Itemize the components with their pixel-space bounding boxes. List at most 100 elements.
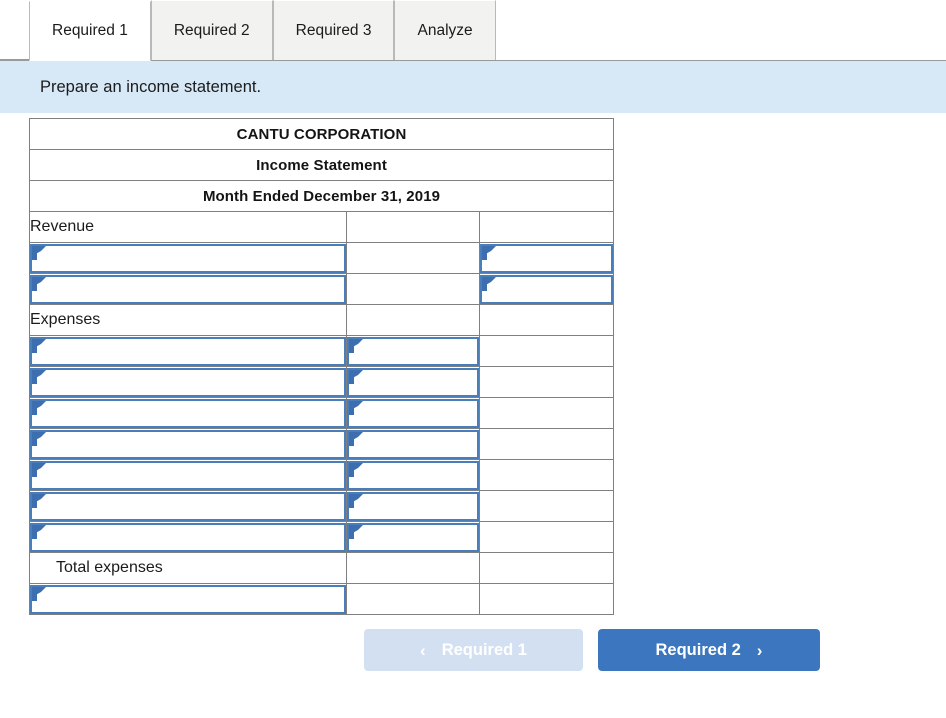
expense-row-6-amount-input[interactable] <box>347 491 479 521</box>
tab-required-3-label: Required 3 <box>295 21 372 39</box>
expense-row-4-amount-cell[interactable] <box>346 428 480 460</box>
total-expenses-label: Total expenses <box>29 552 347 584</box>
table-header-row-period: Month Ended December 31, 2019 <box>28 180 615 212</box>
tab-required-2-label: Required 2 <box>173 21 250 39</box>
tab-bar-lead-spacer <box>0 0 29 60</box>
expense-row-2-right-cell <box>478 366 615 398</box>
expense-row-1-description-input[interactable] <box>30 336 346 366</box>
revenue-row-1-mid-cell <box>346 242 480 274</box>
expense-row-2-description-input[interactable] <box>30 367 346 397</box>
expense-row-4-amount-input[interactable] <box>347 429 479 459</box>
expense-row-2-amount-input[interactable] <box>347 367 479 397</box>
revenue-row-1-amount-input[interactable] <box>480 243 614 273</box>
table-row <box>29 428 615 460</box>
table-row <box>29 366 615 398</box>
table-row <box>29 521 615 553</box>
table-row <box>29 490 615 522</box>
revenue-section-label: Revenue <box>29 211 347 243</box>
statement-company-name: CANTU CORPORATION <box>28 118 615 150</box>
expense-row-7-right-cell <box>478 521 615 553</box>
table-row <box>29 242 615 274</box>
tab-analyze[interactable]: Analyze <box>394 0 496 60</box>
next-button-label: Required 2 <box>655 640 741 659</box>
table-row-expenses-section: Expenses <box>29 304 615 336</box>
total-expenses-right-cell <box>478 552 615 584</box>
table-row <box>29 583 615 615</box>
table-header-row-title: Income Statement <box>28 149 615 181</box>
table-row-revenue-section: Revenue <box>29 211 615 243</box>
expense-row-3-description-input[interactable] <box>30 398 346 428</box>
table-row <box>29 397 615 429</box>
expense-row-3-description-cell[interactable] <box>29 397 347 429</box>
expense-row-6-description-input[interactable] <box>30 491 346 521</box>
net-income-right-cell <box>478 583 615 615</box>
table-row <box>29 335 615 367</box>
chevron-right-icon: › <box>756 640 763 660</box>
table-row-total-expenses: Total expenses <box>29 552 615 584</box>
tab-bar: Required 1 Required 2 Required 3 Analyze <box>0 0 946 61</box>
expense-row-5-amount-input[interactable] <box>347 460 479 490</box>
expense-row-4-description-cell[interactable] <box>29 428 347 460</box>
next-required-2-button[interactable]: Required 2 › <box>598 629 820 671</box>
revenue-row-2-amount-cell[interactable] <box>478 273 615 305</box>
statement-period: Month Ended December 31, 2019 <box>28 180 615 212</box>
expense-row-1-right-cell <box>478 335 615 367</box>
expense-row-5-description-input[interactable] <box>30 460 346 490</box>
statement-title: Income Statement <box>28 149 615 181</box>
worksheet-page: Required 1 Required 2 Required 3 Analyze… <box>0 0 946 718</box>
revenue-section-right-cell <box>478 211 615 243</box>
tab-analyze-label: Analyze <box>417 21 473 39</box>
expense-row-3-amount-cell[interactable] <box>346 397 480 429</box>
tab-required-3[interactable]: Required 3 <box>272 0 395 60</box>
revenue-row-1-amount-cell[interactable] <box>478 242 615 274</box>
expense-row-4-right-cell <box>478 428 615 460</box>
income-statement-table: CANTU CORPORATION Income Statement Month… <box>28 118 615 615</box>
expense-row-5-right-cell <box>478 459 615 491</box>
revenue-row-2-amount-input[interactable] <box>480 274 614 304</box>
table-header-row-company: CANTU CORPORATION <box>28 118 615 150</box>
revenue-row-1-description-input[interactable] <box>30 243 346 273</box>
income-statement-table-wrapper: CANTU CORPORATION Income Statement Month… <box>28 118 615 615</box>
expense-row-7-amount-cell[interactable] <box>346 521 480 553</box>
expense-row-5-amount-cell[interactable] <box>346 459 480 491</box>
expense-row-3-right-cell <box>478 397 615 429</box>
expense-row-1-amount-cell[interactable] <box>346 335 480 367</box>
expenses-section-right-cell <box>478 304 615 336</box>
net-income-description-cell[interactable] <box>29 583 347 615</box>
tab-required-1-label: Required 1 <box>52 22 128 39</box>
navigation-bar: ‹ Required 1 Required 2 › <box>0 629 820 671</box>
expenses-section-mid-cell <box>346 304 480 336</box>
prev-button-label: Required 1 <box>441 640 527 659</box>
revenue-row-1-description-cell[interactable] <box>29 242 347 274</box>
expense-row-6-amount-cell[interactable] <box>346 490 480 522</box>
revenue-row-2-mid-cell <box>346 273 480 305</box>
total-expenses-mid-cell <box>346 552 480 584</box>
expense-row-7-amount-input[interactable] <box>347 522 479 552</box>
expense-row-2-description-cell[interactable] <box>29 366 347 398</box>
table-row <box>29 459 615 491</box>
expense-row-6-description-cell[interactable] <box>29 490 347 522</box>
expenses-section-label: Expenses <box>29 304 347 336</box>
expense-row-4-description-input[interactable] <box>30 429 346 459</box>
net-income-mid-cell <box>346 583 480 615</box>
expense-row-7-description-input[interactable] <box>30 522 346 552</box>
instruction-banner: Prepare an income statement. <box>0 61 946 113</box>
expense-row-1-amount-input[interactable] <box>347 336 479 366</box>
tab-required-1[interactable]: Required 1 <box>29 1 151 61</box>
revenue-section-mid-cell <box>346 211 480 243</box>
expense-row-1-description-cell[interactable] <box>29 335 347 367</box>
expense-row-2-amount-cell[interactable] <box>346 366 480 398</box>
expense-row-5-description-cell[interactable] <box>29 459 347 491</box>
prev-required-1-button[interactable]: ‹ Required 1 <box>364 629 583 671</box>
table-row <box>29 273 615 305</box>
tab-required-2[interactable]: Required 2 <box>150 0 273 60</box>
chevron-left-icon: ‹ <box>420 640 426 660</box>
instruction-text: Prepare an income statement. <box>40 77 262 96</box>
tab-bar-tail-spacer <box>495 0 946 60</box>
revenue-row-2-description-cell[interactable] <box>29 273 347 305</box>
net-income-description-input[interactable] <box>30 584 346 614</box>
expense-row-6-right-cell <box>478 490 615 522</box>
expense-row-7-description-cell[interactable] <box>29 521 347 553</box>
expense-row-3-amount-input[interactable] <box>347 398 479 428</box>
revenue-row-2-description-input[interactable] <box>30 274 346 304</box>
